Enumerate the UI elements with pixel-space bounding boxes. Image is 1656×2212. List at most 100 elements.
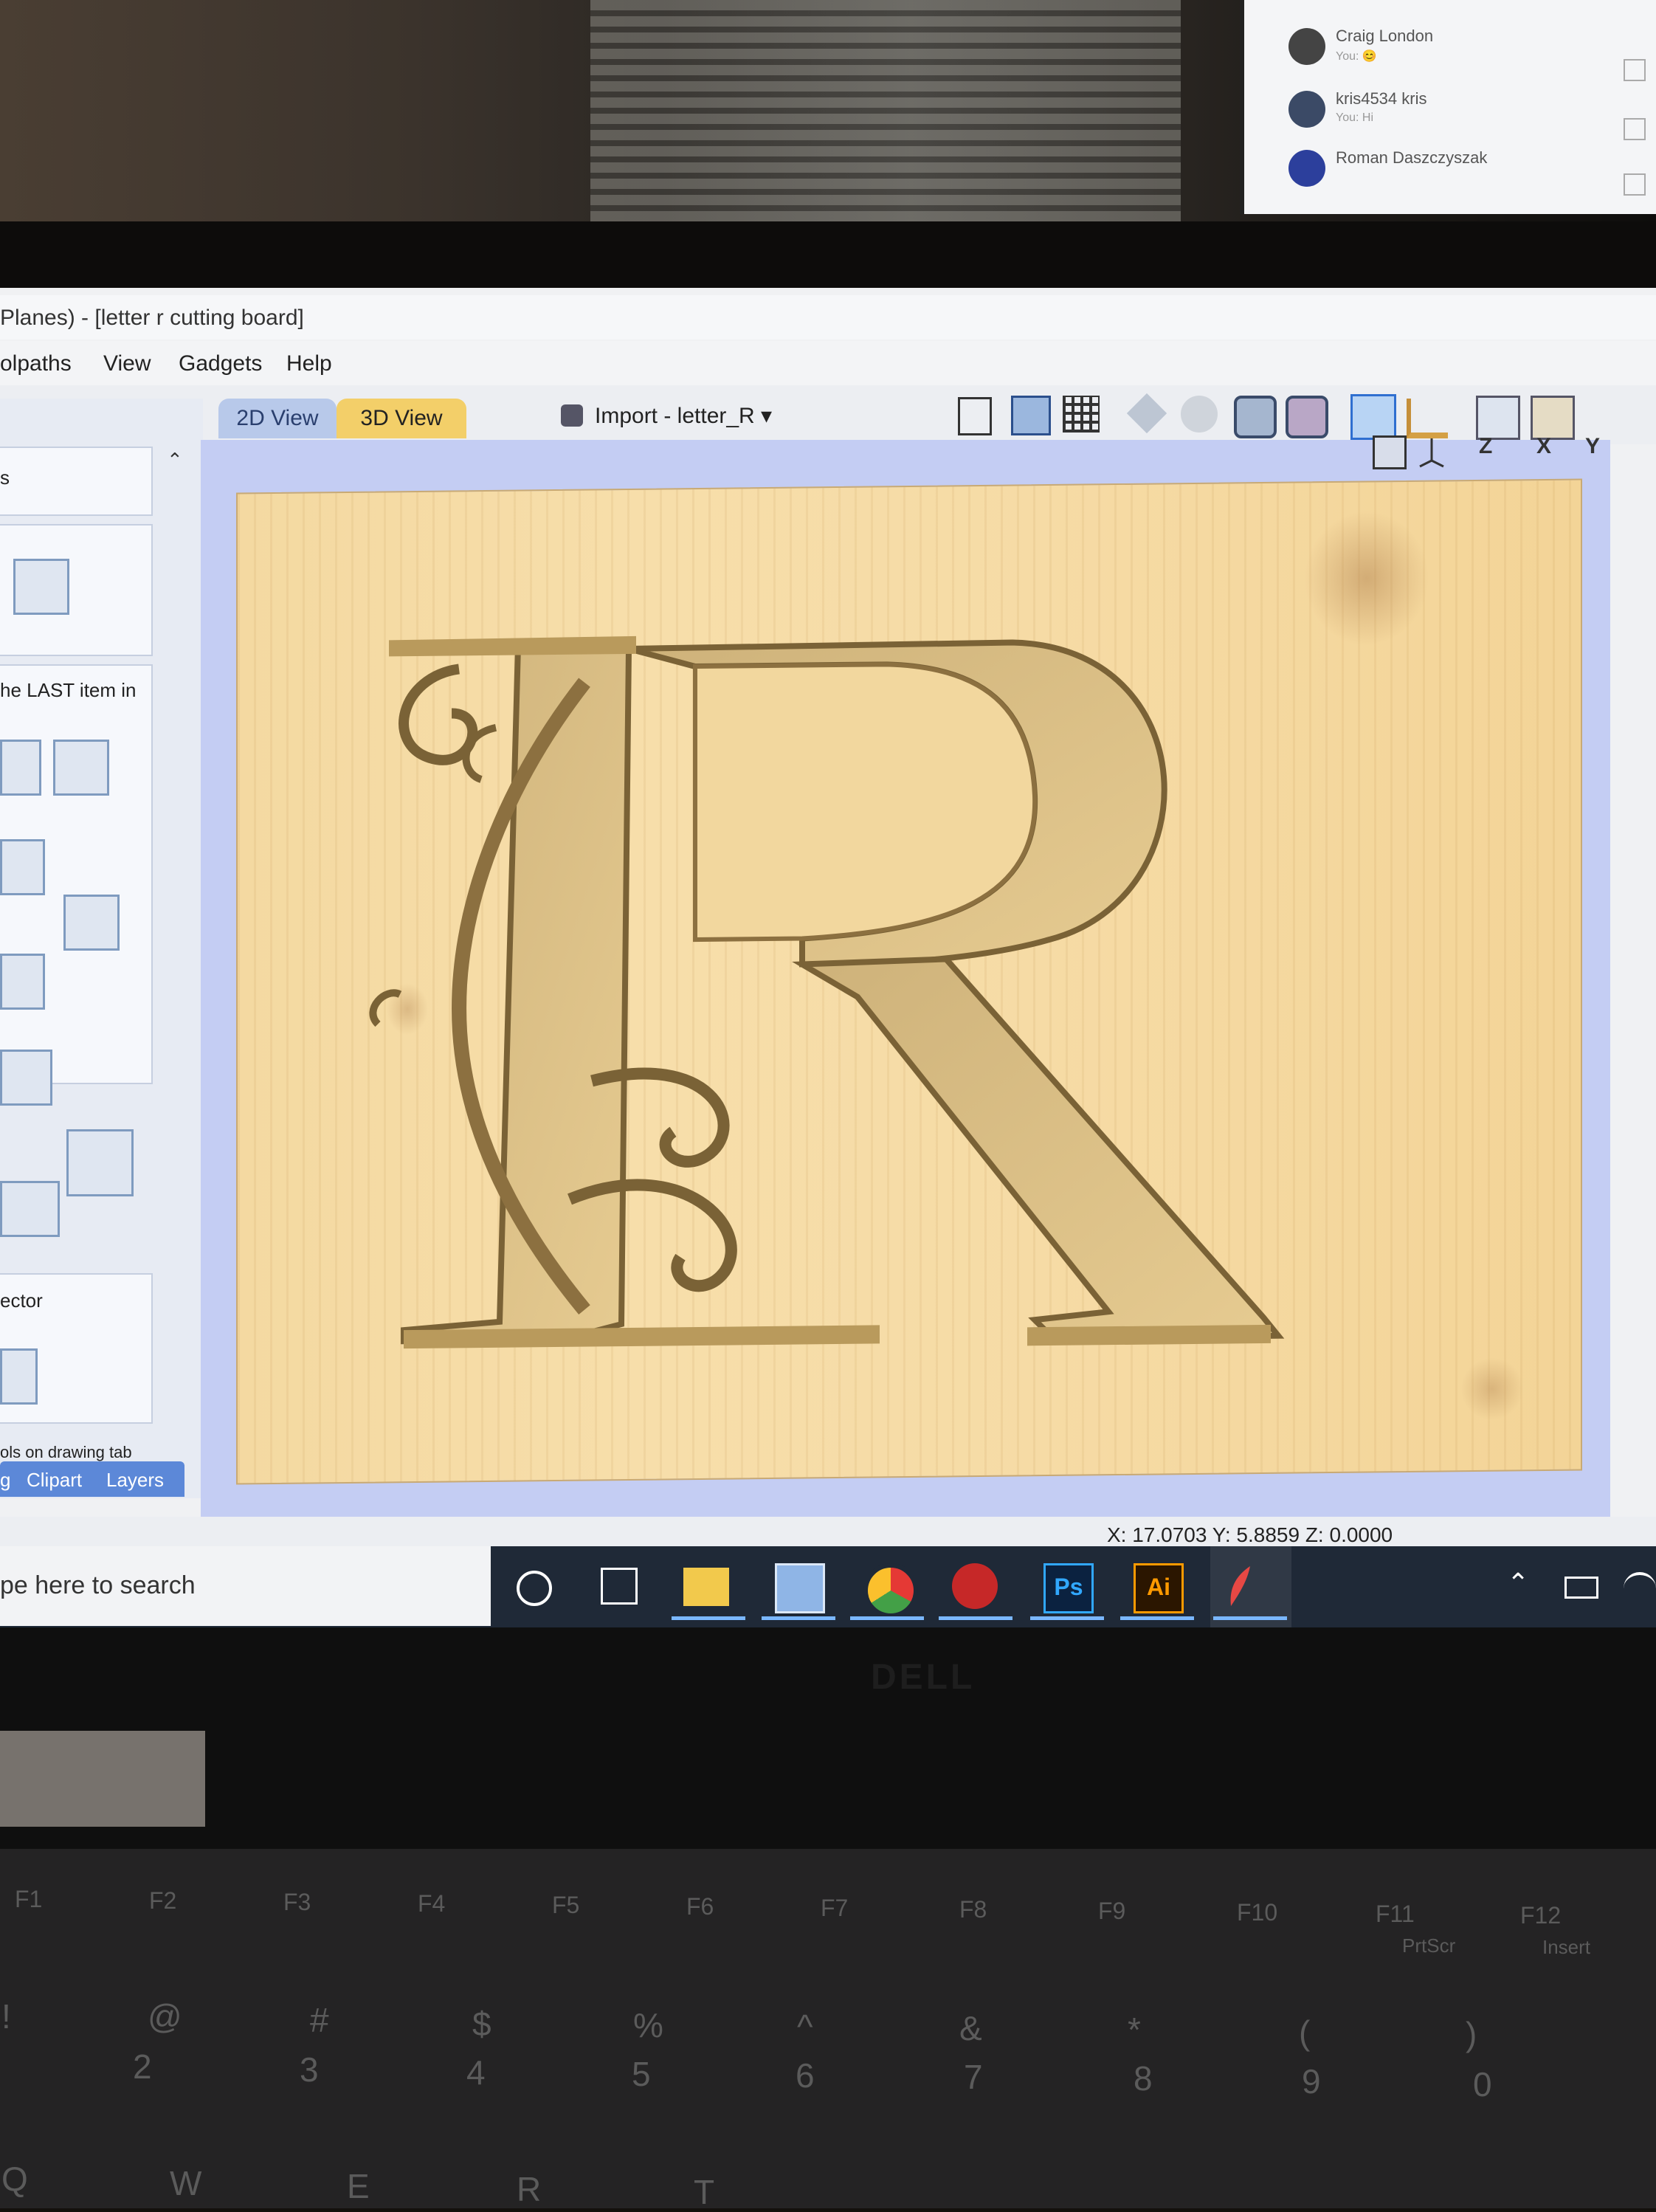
draw-vector-icon[interactable] (958, 397, 992, 435)
taskbar-active-indicator (1120, 1616, 1194, 1620)
cortana-icon[interactable] (517, 1571, 552, 1606)
key-symbol: ) (1466, 2015, 1477, 2053)
wifi-icon[interactable] (1624, 1572, 1656, 1605)
split-view-icon[interactable] (1476, 396, 1520, 440)
tab-2d-view[interactable]: 2D View (218, 399, 337, 438)
key-symbol: % (633, 2006, 663, 2044)
key-f8: F8 (959, 1896, 987, 1923)
laptop-keyboard: F1 F2 F3 F4 F5 F6 F7 F8 F9 F10 F11 F12 P… (0, 1849, 1656, 2211)
chrome-icon[interactable] (863, 1563, 918, 1618)
wood-cutting-board-model (236, 478, 1582, 1485)
key-symbol: @ (148, 1997, 182, 2036)
scroll-up-arrow-icon[interactable]: ⌃ (167, 449, 183, 472)
zoom-icon[interactable] (1181, 396, 1218, 433)
key-letter: W (170, 2164, 202, 2202)
key-number: 2 (133, 2047, 152, 2086)
key-f5: F5 (552, 1892, 580, 1918)
key-f7: F7 (821, 1895, 849, 1921)
align-bottom-icon[interactable] (0, 954, 45, 1010)
chat-select-checkbox[interactable] (1624, 118, 1646, 140)
menu-view[interactable]: View (103, 351, 151, 376)
align-top-icon[interactable] (0, 839, 45, 895)
tab-3d-view[interactable]: 3D View (337, 399, 466, 438)
menu-toolpaths[interactable]: olpaths (0, 351, 72, 376)
view-y-button[interactable]: Y (1585, 434, 1600, 459)
key-symbol: * (1128, 2011, 1141, 2049)
battery-icon[interactable] (1564, 1577, 1598, 1599)
chat-select-checkbox[interactable] (1624, 173, 1646, 196)
chevron-up-icon[interactable]: ⌃ (1507, 1568, 1529, 1599)
bezel-sticker (0, 1731, 205, 1827)
taskbar-search-input[interactable]: pe here to search (0, 1546, 491, 1626)
key-symbol: & (959, 2009, 982, 2047)
align-right-icon[interactable] (63, 895, 120, 951)
menu-gadgets[interactable]: Gadgets (179, 351, 262, 376)
panel-section: s (0, 447, 153, 516)
key-number: 4 (466, 2053, 486, 2092)
key-f12: F12 (1520, 1902, 1562, 1929)
key-prtscr-label: PrtScr (1402, 1934, 1456, 1957)
chat-contact-name: kris4534 kris (1336, 89, 1427, 108)
chat-select-checkbox[interactable] (1624, 59, 1646, 81)
laptop-brand-logo: DELL (871, 1658, 976, 1697)
cursor-coordinates: X: 17.0703 Y: 5.8859 Z: 0.0000 (1107, 1523, 1393, 1546)
panel-label: ector (0, 1289, 43, 1312)
tab-layers[interactable]: Layers (106, 1469, 164, 1492)
key-symbol: ^ (797, 2008, 813, 2046)
file-explorer-icon[interactable] (683, 1568, 729, 1606)
menu-help[interactable]: Help (286, 351, 332, 376)
view-z-button[interactable]: Z (1479, 434, 1492, 459)
vector-icon[interactable] (0, 1348, 38, 1405)
chat-panel: Craig London You: 😊 kris4534 kris You: H… (1240, 0, 1656, 214)
layout-icon[interactable] (1011, 396, 1051, 435)
panel-hint: ols on drawing tab (0, 1443, 132, 1461)
image-app-icon[interactable] (775, 1563, 825, 1613)
vectric-app-icon[interactable] (952, 1563, 998, 1609)
task-view-icon[interactable] (601, 1568, 638, 1605)
key-symbol: # (310, 2001, 329, 2039)
title-bar: Planes) - [letter r cutting board] (0, 295, 1656, 340)
tab-clipart[interactable]: Clipart (27, 1469, 82, 1492)
key-f1: F1 (15, 1886, 43, 1912)
avatar (1288, 91, 1325, 128)
chat-contact[interactable]: Craig London You: 😊 (1288, 22, 1598, 74)
align-bottom-edge-icon[interactable] (0, 1181, 60, 1237)
align-center-icon[interactable] (13, 559, 69, 615)
panel-section: ector (0, 1273, 153, 1424)
window-title: Planes) - [letter r cutting board] (0, 306, 304, 330)
taskbar-active-app (1210, 1546, 1291, 1627)
key-f4: F4 (418, 1890, 446, 1917)
key-symbol: ( (1299, 2013, 1311, 2052)
zoom-selection-icon[interactable] (1286, 396, 1328, 438)
grid-icon[interactable] (1063, 396, 1100, 433)
view-fit-icon[interactable] (1373, 435, 1407, 469)
align-edge-icon[interactable] (66, 1129, 134, 1196)
toolpath-preview-icon[interactable] (1407, 399, 1448, 438)
move-icon[interactable] (1126, 393, 1167, 434)
chat-contact[interactable]: kris4534 kris You: Hi (1288, 85, 1598, 137)
iso-view-icon[interactable] (1417, 435, 1446, 468)
import-dropdown[interactable]: Import - letter_R ▾ (595, 403, 772, 429)
distribute-icon[interactable] (0, 1050, 52, 1106)
chat-contact[interactable]: Roman Daszczyszak (1288, 144, 1598, 196)
key-letter: T (694, 2173, 715, 2211)
align-vertical-icon[interactable] (53, 740, 109, 796)
taskbar-active-indicator (939, 1616, 1012, 1620)
key-letter: E (347, 2167, 370, 2205)
photoshop-icon[interactable]: Ps (1043, 1563, 1094, 1613)
zoom-fit-icon[interactable] (1234, 396, 1277, 438)
key-number: 5 (632, 2055, 651, 2093)
taskbar-active-indicator (1030, 1616, 1104, 1620)
tool-panel: s he LAST item in ector ols on drawing t… (0, 399, 203, 1498)
key-f11: F11 (1376, 1901, 1415, 1927)
panel-label: he LAST item in (0, 679, 137, 701)
key-number: 6 (796, 2056, 815, 2095)
illustrator-icon[interactable]: Ai (1134, 1563, 1184, 1613)
align-left-icon[interactable] (0, 740, 41, 796)
key-number: 9 (1302, 2062, 1321, 2101)
tab-drawing[interactable]: g (0, 1469, 10, 1492)
menu-bar: olpaths View Gadgets Help (0, 341, 1656, 385)
shaded-view-icon[interactable] (1350, 394, 1396, 440)
dual-view-icon[interactable] (1531, 396, 1575, 440)
view-x-button[interactable]: X (1536, 434, 1551, 459)
